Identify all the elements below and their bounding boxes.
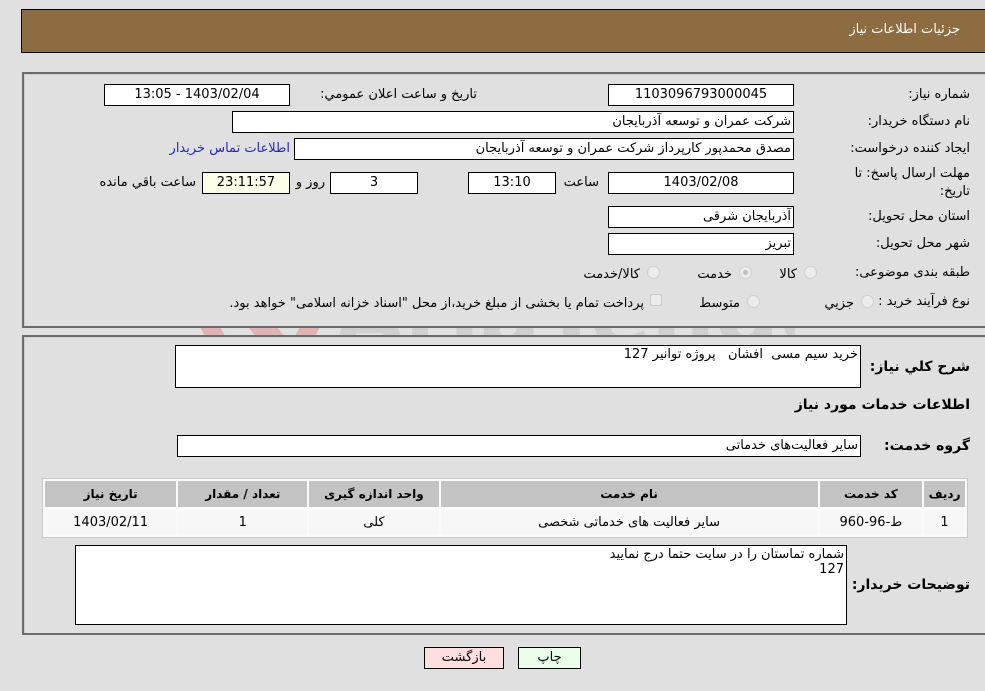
buyer-org-field: شرکت عمران و توسعه آذربایجان (232, 111, 794, 133)
cell-quantity: 1 (178, 509, 308, 535)
buyer-notes-textarea[interactable] (75, 545, 847, 625)
col-row-number: ردیف (924, 481, 965, 507)
col-quantity: تعداد / مقدار (178, 481, 308, 507)
treasury-note: پرداخت تمام یا بخشی از مبلغ خرید،از محل … (229, 296, 644, 311)
services-section-title: اطلاعات خدمات مورد نیاز (794, 397, 970, 413)
days-remaining-field: 3 (330, 172, 418, 194)
city-field: تبریز (608, 233, 794, 255)
province-field: آذربایجان شرقی (608, 206, 794, 228)
category-radio-goods[interactable] (804, 266, 817, 279)
announce-datetime-field: 1403/02/04 - 13:05 (104, 84, 290, 106)
summary-label: شرح کلي نیاز: (869, 359, 970, 375)
treasury-checkbox[interactable] (650, 294, 662, 306)
process-radio-minor[interactable] (861, 295, 874, 308)
cell-service-name: سایر فعالیت های خدماتی شخصی (440, 509, 818, 535)
service-group-field: سایر فعالیت‌های خدماتی (177, 435, 861, 457)
deadline-time-label: ساعت (563, 175, 599, 190)
category-radio-service[interactable] (739, 266, 752, 279)
cell-service-code: ط-96-960 (819, 509, 923, 535)
city-label: شهر محل تحویل: (875, 236, 970, 251)
category-label: طبقه بندی موضوعی: (854, 265, 970, 280)
process-radio-medium[interactable] (747, 295, 760, 308)
cell-row-number: 1 (924, 509, 965, 535)
category-option-goods: کالا (779, 267, 797, 282)
announce-label: تاریخ و ساعت اعلان عمومي: (320, 87, 477, 102)
col-unit: واحد اندازه گیری (309, 481, 439, 507)
deadline-date-field: 1403/02/08 (608, 172, 794, 194)
need-number-field: 1103096793000045 (608, 84, 794, 106)
category-option-goods-service: کالا/خدمت (583, 267, 640, 282)
services-panel: شرح کلي نیاز: اطلاعات خدمات مورد نیاز گر… (22, 335, 985, 635)
province-label: استان محل تحویل: (868, 209, 970, 224)
deadline-label: مهلت ارسال پاسخ: تا (854, 166, 970, 181)
remaining-time-label: ساعت باقي مانده (99, 175, 196, 190)
back-button[interactable]: بازگشت (424, 647, 504, 669)
category-option-service: خدمت (697, 267, 732, 282)
buyer-org-label: نام دستگاه خریدار: (867, 114, 970, 129)
process-option-minor: جزیي (824, 296, 854, 311)
need-details-panel: شماره نیاز: 1103096793000045 تاریخ و ساع… (22, 72, 985, 328)
table-row: 1 ط-96-960 سایر فعالیت های خدماتی شخصی ک… (45, 509, 965, 535)
process-option-medium: متوسط (699, 296, 740, 311)
summary-textarea[interactable] (175, 345, 861, 388)
requester-label: ایجاد کننده درخواست: (850, 141, 970, 156)
print-button[interactable]: چاپ (518, 647, 581, 669)
category-radio-goods-service[interactable] (647, 266, 660, 279)
col-service-name: نام خدمت (440, 481, 818, 507)
process-type-label: نوع فرآیند خرید : (878, 294, 970, 309)
col-need-date: تاریخ نیاز (45, 481, 177, 507)
deadline-time-field: 13:10 (468, 172, 556, 194)
col-service-code: کد خدمت (819, 481, 923, 507)
days-label: روز و (295, 175, 325, 190)
cell-unit: کلی (309, 509, 439, 535)
buyer-contact-link[interactable]: اطلاعات تماس خریدار (170, 141, 290, 156)
page-header: جزئیات اطلاعات نیاز (21, 9, 985, 53)
remaining-time-field: 23:11:57 (202, 172, 290, 194)
need-number-label: شماره نیاز: (908, 87, 970, 102)
buyer-notes-label: توضیحات خریدار: (851, 577, 970, 593)
deadline-label-date: تاریخ: (939, 184, 970, 199)
table-header-row: ردیف کد خدمت نام خدمت واحد اندازه گیری ت… (45, 481, 965, 507)
service-group-label: گروه خدمت: (884, 438, 970, 454)
requester-field: مصدق محمدپور کارپرداز شرکت عمران و توسعه… (294, 138, 794, 160)
cell-need-date: 1403/02/11 (45, 509, 177, 535)
services-table: ردیف کد خدمت نام خدمت واحد اندازه گیری ت… (42, 478, 968, 538)
page-title: جزئیات اطلاعات نیاز (849, 22, 960, 37)
